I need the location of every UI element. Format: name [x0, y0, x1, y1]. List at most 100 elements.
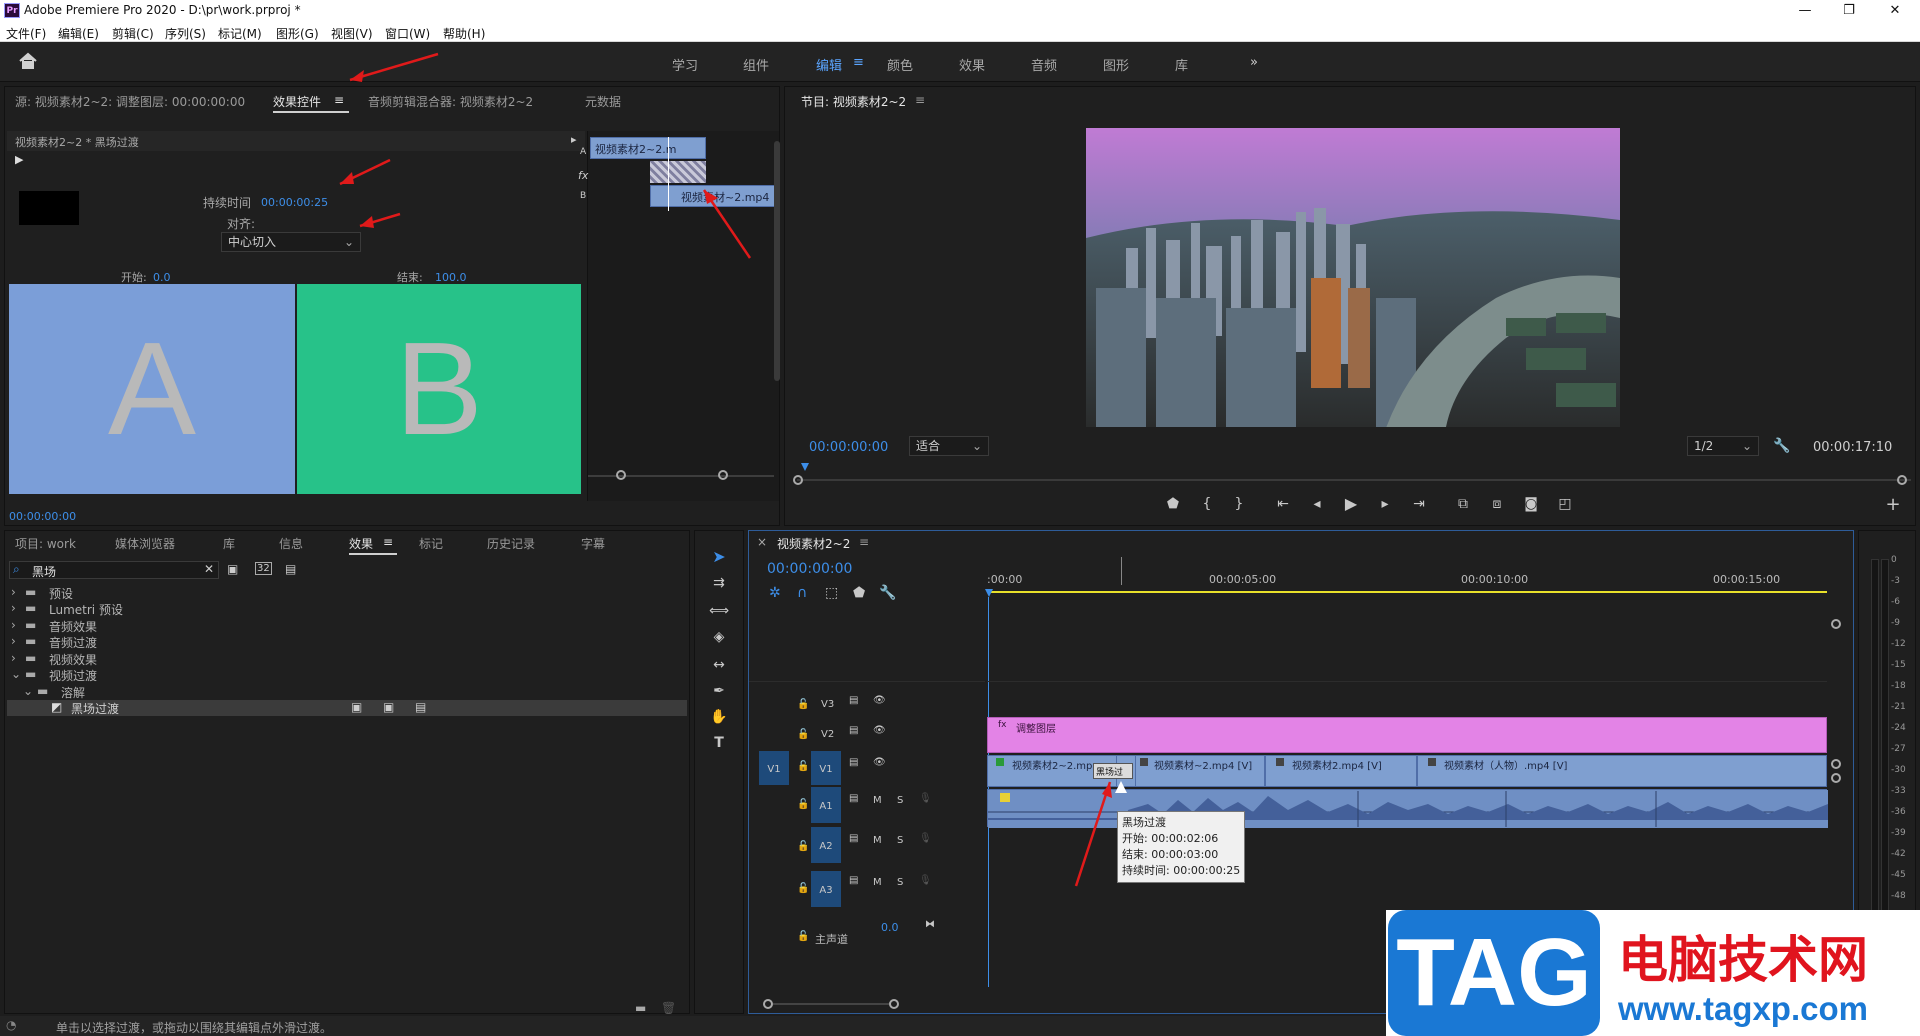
solo-button[interactable]: S [897, 795, 903, 806]
mini-scrollbar[interactable] [774, 141, 780, 381]
track-scroll-handle[interactable] [1831, 773, 1841, 783]
step-back-icon[interactable]: ◂ [1307, 496, 1327, 512]
tree-item-lumetri-presets[interactable]: › ▬ Lumetri 预设 [5, 601, 689, 617]
more-workspaces-icon[interactable]: » [1250, 55, 1258, 70]
tree-item-video-effects[interactable]: › ▬ 视频效果 [5, 651, 689, 667]
tab-captions[interactable]: 字幕 [581, 535, 605, 552]
hand-tool-icon[interactable]: ✋ [707, 709, 731, 725]
track-a2-target[interactable]: A2 [811, 827, 841, 863]
program-scrub-bar[interactable] [797, 479, 1911, 481]
track-v1-target[interactable]: V1 [811, 751, 841, 785]
home-icon[interactable] [18, 52, 38, 70]
mini-playhead[interactable] [668, 137, 669, 211]
timeline-timecode[interactable]: 00:00:00:00 [767, 561, 852, 577]
trash-icon[interactable]: 🗑 [661, 1001, 676, 1015]
lift-icon[interactable]: ⧉ [1453, 496, 1473, 512]
tab-project[interactable]: 项目: work [15, 535, 76, 552]
end-value[interactable]: 100.0 [435, 271, 467, 284]
out-point-icon[interactable]: } [1229, 496, 1249, 512]
workspace-color[interactable]: 颜色 [887, 55, 913, 74]
yuv-effects-icon[interactable]: ▤ [285, 562, 296, 576]
lock-icon[interactable]: 🔓 [797, 841, 809, 852]
sequence-tab[interactable]: 视频素材2~2 [777, 535, 850, 552]
accelerated-effects-icon[interactable]: ▣ [227, 562, 238, 576]
tab-metadata[interactable]: 元数据 [585, 93, 621, 110]
menu-graphics[interactable]: 图形(G) [276, 25, 319, 42]
program-video-frame[interactable] [1086, 128, 1620, 427]
v1-clip-3[interactable]: 视频素材2.mp4 [V] [1265, 755, 1417, 787]
menu-view[interactable]: 视图(V) [331, 25, 373, 42]
play-transition-icon[interactable]: ▶ [15, 153, 23, 166]
close-button[interactable]: ✕ [1872, 0, 1918, 22]
menu-help[interactable]: 帮助(H) [443, 25, 485, 42]
timeline-zoom-bar[interactable] [773, 1003, 889, 1005]
program-timecode[interactable]: 00:00:00:00 [809, 440, 888, 455]
mute-button[interactable]: M [873, 795, 882, 806]
mini-clip-a[interactable]: 视频素材2~2.m [590, 137, 706, 159]
zoom-handle-right[interactable] [718, 470, 728, 480]
microphone-icon[interactable]: 🎙 [919, 793, 932, 804]
workspace-effects[interactable]: 效果 [959, 55, 985, 74]
clear-search-icon[interactable]: ✕ [204, 562, 214, 576]
sync-lock-icon[interactable]: ▤ [849, 725, 858, 736]
tree-item-presets[interactable]: › ▬ 预设 [5, 585, 689, 601]
scrub-handle-right[interactable] [1897, 475, 1907, 485]
workspace-audio[interactable]: 音频 [1031, 55, 1057, 74]
go-to-in-icon[interactable]: ⇤ [1273, 496, 1293, 512]
tree-item-dip-to-black[interactable]: ◩ 黑场过渡 ▣ ▣ ▤ [7, 700, 687, 716]
play-icon[interactable]: ▶ [1341, 494, 1361, 513]
lock-icon[interactable]: 🔓 [797, 699, 809, 710]
new-folder-icon[interactable]: ▬ [635, 1001, 646, 1015]
sync-lock-icon[interactable]: ▤ [849, 793, 858, 804]
minimize-button[interactable]: — [1782, 0, 1828, 22]
track-a3-target[interactable]: A3 [811, 871, 841, 907]
program-playhead[interactable] [801, 463, 809, 471]
type-tool-icon[interactable]: T [707, 735, 731, 751]
align-dropdown[interactable]: 中心切入 ⌄ [221, 232, 361, 252]
track-v2-label[interactable]: V2 [821, 729, 834, 740]
microphone-icon[interactable]: 🎙 [919, 833, 932, 844]
in-point-icon[interactable]: { [1197, 496, 1217, 512]
track-scroll-handle[interactable] [1831, 619, 1841, 629]
program-title[interactable]: 节目: 视频素材2~2 [801, 93, 906, 110]
menu-clip[interactable]: 剪辑(C) [112, 25, 154, 42]
effects-search-input[interactable]: ⌕ 黑场 ✕ [9, 561, 219, 579]
slip-tool-icon[interactable]: ↔ [707, 657, 731, 673]
tab-menu-icon[interactable]: ≡ [334, 93, 344, 107]
v1-clip-2[interactable]: 视频素材~2.mp4 [V] [1135, 755, 1265, 787]
restore-button[interactable]: ❐ [1826, 0, 1872, 22]
collapse-arrow-icon[interactable]: ▸ [571, 133, 577, 146]
snap-icon[interactable]: ∩ [797, 585, 807, 601]
lock-icon[interactable]: 🔓 [797, 931, 809, 942]
track-v3-label[interactable]: V3 [821, 699, 834, 710]
timeline-playhead-head[interactable] [985, 589, 993, 597]
lock-icon[interactable]: 🔓 [797, 883, 809, 894]
preview-a[interactable]: A [9, 284, 295, 494]
program-menu-icon[interactable]: ≡ [915, 93, 925, 107]
eye-icon[interactable]: 👁 [873, 725, 886, 736]
work-area-bar[interactable] [987, 591, 1827, 593]
fit-dropdown[interactable]: 适合 ⌄ [909, 436, 989, 456]
mute-button[interactable]: M [873, 877, 882, 888]
workspace-assembly[interactable]: 组件 [743, 55, 769, 74]
lock-icon[interactable]: 🔓 [797, 761, 809, 772]
add-marker-icon[interactable]: ⬟ [853, 585, 865, 601]
tab-effects-menu-icon[interactable]: ≡ [383, 535, 393, 549]
sync-lock-icon[interactable]: ▤ [849, 757, 858, 768]
microphone-icon[interactable]: 🎙 [919, 875, 932, 886]
razor-tool-icon[interactable]: ◈ [707, 629, 731, 645]
track-scroll-handle[interactable] [1831, 759, 1841, 769]
tab-effects[interactable]: 效果 [349, 535, 373, 552]
eye-icon[interactable]: 👁 [873, 757, 886, 768]
workspace-editing[interactable]: 编辑 [816, 55, 842, 74]
selection-tool-icon[interactable]: ➤ [707, 547, 731, 566]
solo-button[interactable]: S [897, 877, 903, 888]
scrub-handle-left[interactable] [793, 475, 803, 485]
zoom-handle-left[interactable] [616, 470, 626, 480]
add-button-icon[interactable]: + [1883, 494, 1903, 515]
preview-b[interactable]: B [297, 284, 581, 494]
workspace-learn[interactable]: 学习 [672, 55, 698, 74]
tab-audio-clip-mixer[interactable]: 音频剪辑混合器: 视频素材2~2 [368, 93, 533, 110]
compare-icon[interactable]: ◰ [1555, 496, 1575, 512]
tab-source[interactable]: 源: 视频素材2~2: 调整图层: 00:00:00:00 [15, 93, 245, 110]
